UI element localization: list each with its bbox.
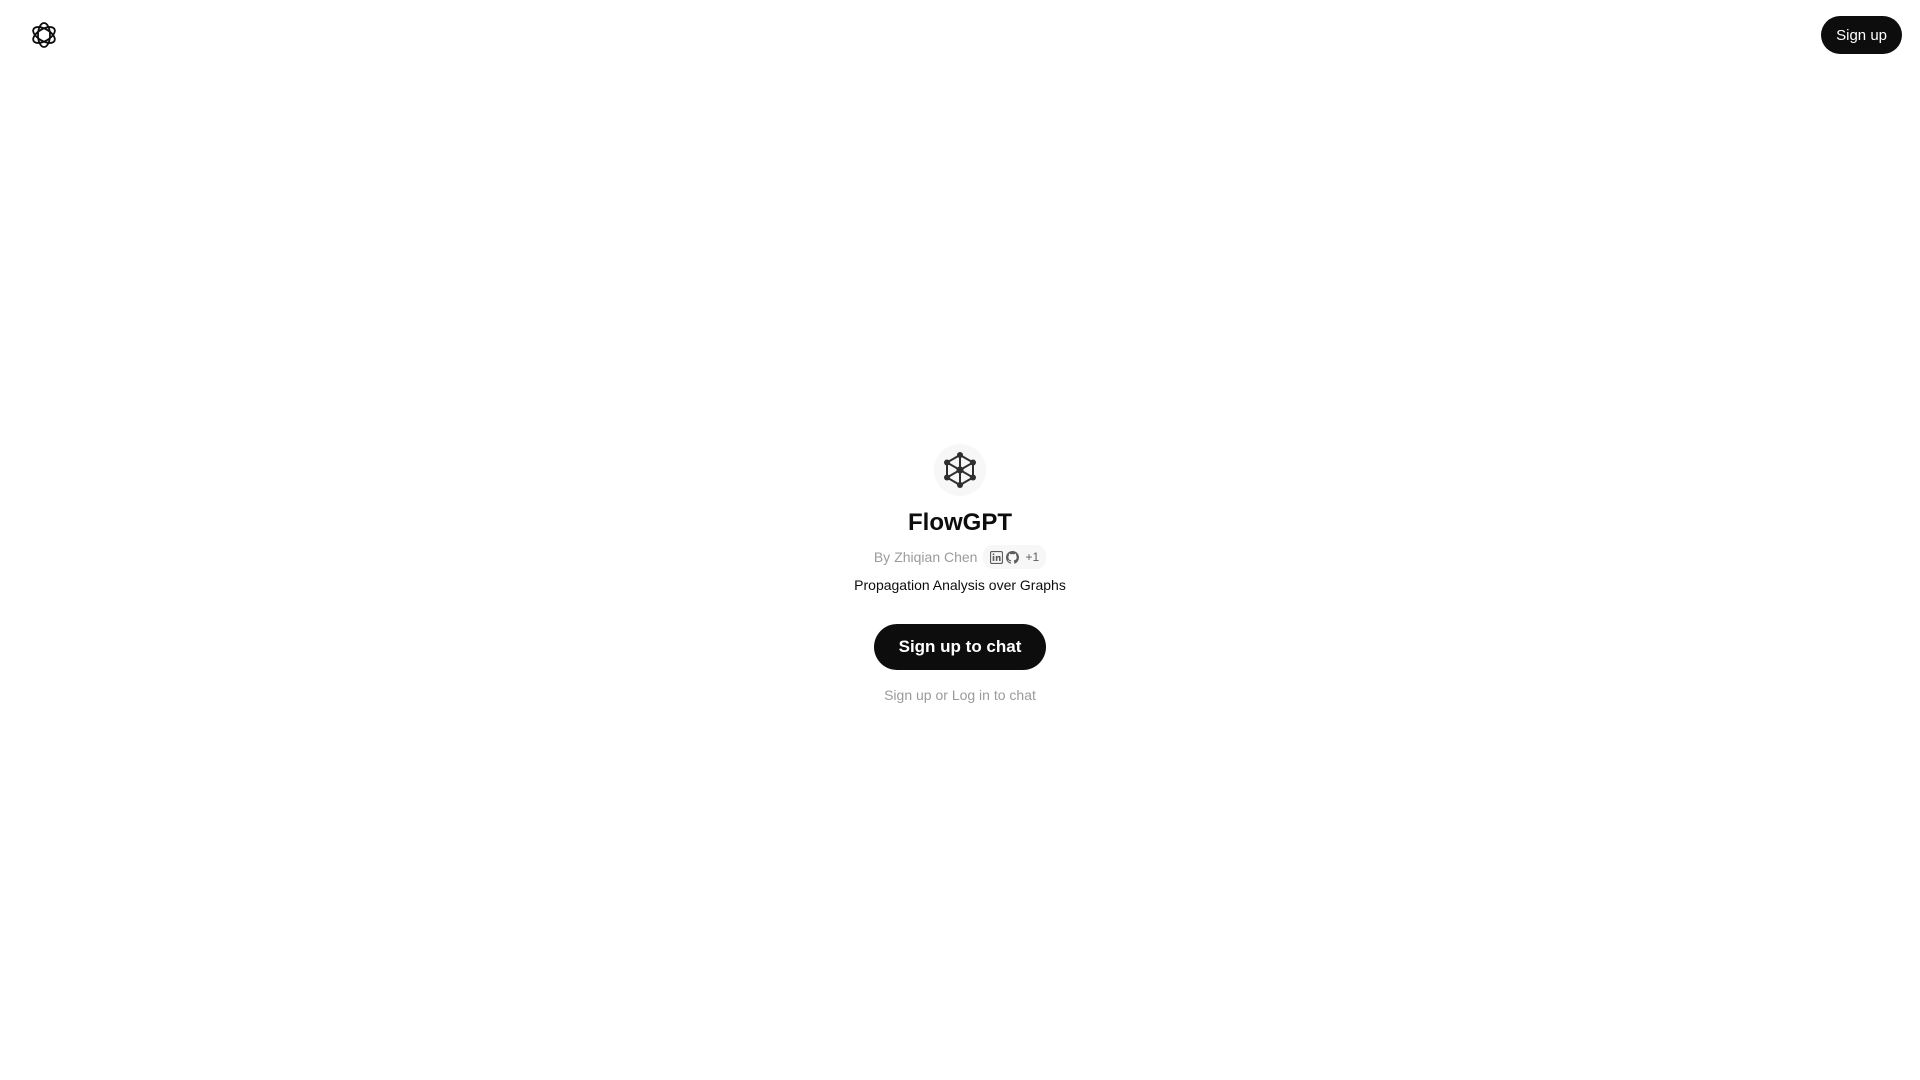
gpt-intro: FlowGPT By Zhiqian Chen +1 Propagation A… bbox=[0, 444, 1920, 703]
openai-logo-icon[interactable] bbox=[26, 17, 62, 53]
by-prefix: By bbox=[873, 549, 891, 565]
or-text: or bbox=[935, 687, 948, 703]
github-icon[interactable] bbox=[1006, 550, 1020, 564]
gpt-avatar bbox=[934, 444, 986, 496]
byline: By Zhiqian Chen +1 bbox=[873, 545, 1047, 569]
signup-button[interactable]: Sign up bbox=[1821, 16, 1902, 54]
login-link[interactable]: Log in bbox=[952, 687, 990, 703]
signup-to-chat-button[interactable]: Sign up to chat bbox=[873, 624, 1047, 670]
extra-links-count: +1 bbox=[1025, 550, 1040, 564]
gpt-description: Propagation Analysis over Graphs bbox=[854, 577, 1066, 593]
gpt-title: FlowGPT bbox=[908, 509, 1012, 536]
to-chat-text: to chat bbox=[993, 687, 1036, 703]
network-graph-icon bbox=[944, 452, 976, 488]
signup-login-prompt: Sign up or Log in to chat bbox=[884, 687, 1036, 703]
author-name: Zhiqian Chen bbox=[894, 549, 978, 565]
author-social-links[interactable]: +1 bbox=[983, 545, 1047, 569]
signup-link[interactable]: Sign up bbox=[884, 687, 931, 703]
linkedin-icon[interactable] bbox=[990, 550, 1004, 564]
top-bar: Sign up bbox=[0, 0, 1920, 70]
